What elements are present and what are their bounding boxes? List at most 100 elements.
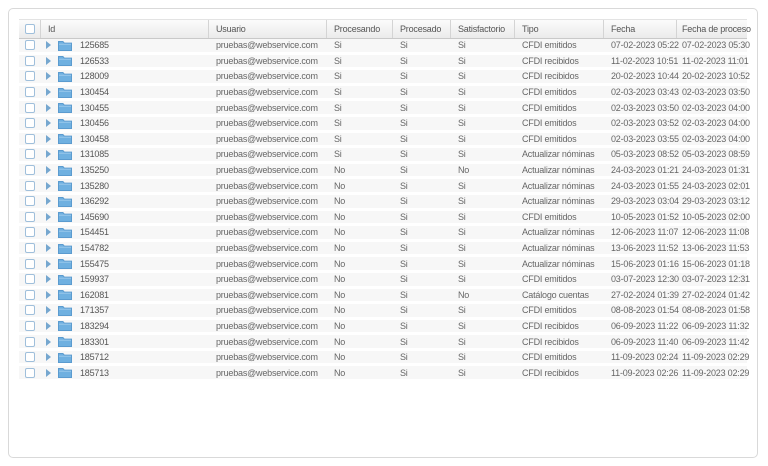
expand-arrow-icon[interactable]	[46, 244, 51, 252]
id-cell: 130458	[41, 133, 209, 144]
procesando-cell: No	[327, 305, 393, 315]
table-row[interactable]: 135250 pruebas@webservice.com No Si No A…	[19, 164, 747, 180]
expand-arrow-icon[interactable]	[46, 353, 51, 361]
row-checkbox[interactable]	[25, 196, 35, 206]
select-all-checkbox[interactable]	[25, 24, 35, 34]
column-header-tipo[interactable]: Tipo	[515, 20, 604, 38]
table-row[interactable]: 125685 pruebas@webservice.com Si Si Si C…	[19, 39, 747, 55]
id-cell: 155475	[41, 258, 209, 269]
row-checkbox[interactable]	[25, 290, 35, 300]
row-checkbox[interactable]	[25, 56, 35, 66]
column-header-label: Fecha	[611, 24, 635, 34]
row-checkbox-cell	[19, 290, 41, 300]
table-row[interactable]: 155475 pruebas@webservice.com No Si Si A…	[19, 257, 747, 273]
column-header-procesando[interactable]: Procesando	[327, 20, 393, 38]
row-checkbox[interactable]	[25, 71, 35, 81]
row-checkbox[interactable]	[25, 212, 35, 222]
column-header-id[interactable]: Id	[41, 20, 209, 38]
fecha-proceso-cell: 11-09-2023 02:29	[677, 368, 747, 378]
column-header-fecha[interactable]: Fecha	[604, 20, 677, 38]
procesado-cell: Si	[393, 227, 451, 237]
fecha-cell: 12-06-2023 11:07	[604, 227, 677, 237]
column-header-fecha-proceso[interactable]: Fecha de proceso	[677, 20, 747, 38]
table-row[interactable]: 183301 pruebas@webservice.com No Si Si C…	[19, 335, 747, 351]
column-header-procesado[interactable]: Procesado	[393, 20, 451, 38]
table-row[interactable]: 185713 pruebas@webservice.com No Si Si C…	[19, 366, 747, 382]
row-checkbox[interactable]	[25, 368, 35, 378]
row-checkbox[interactable]	[25, 181, 35, 191]
row-checkbox[interactable]	[25, 134, 35, 144]
folder-icon	[58, 55, 72, 66]
table-row[interactable]: 183294 pruebas@webservice.com No Si Si C…	[19, 320, 747, 336]
expand-arrow-icon[interactable]	[46, 369, 51, 377]
procesando-cell: No	[327, 212, 393, 222]
expand-arrow-icon[interactable]	[46, 228, 51, 236]
folder-icon	[58, 165, 72, 176]
table-row[interactable]: 145690 pruebas@webservice.com No Si Si C…	[19, 211, 747, 227]
expand-arrow-icon[interactable]	[46, 306, 51, 314]
fecha-proceso-cell: 02-03-2023 03:50	[677, 87, 747, 97]
expand-arrow-icon[interactable]	[46, 322, 51, 330]
table-row[interactable]: 154451 pruebas@webservice.com No Si Si A…	[19, 226, 747, 242]
table-row[interactable]: 128009 pruebas@webservice.com Si Si Si C…	[19, 70, 747, 86]
fecha-proceso-cell: 29-03-2023 03:12	[677, 196, 747, 206]
table-row[interactable]: 126533 pruebas@webservice.com Si Si Si C…	[19, 55, 747, 71]
expand-arrow-icon[interactable]	[46, 338, 51, 346]
expand-arrow-icon[interactable]	[46, 57, 51, 65]
table-row[interactable]: 130456 pruebas@webservice.com Si Si Si C…	[19, 117, 747, 133]
id-cell: 162081	[41, 289, 209, 300]
row-checkbox[interactable]	[25, 165, 35, 175]
row-checkbox[interactable]	[25, 352, 35, 362]
expand-arrow-icon[interactable]	[46, 150, 51, 158]
procesando-cell: No	[327, 243, 393, 253]
expand-arrow-icon[interactable]	[46, 182, 51, 190]
expand-arrow-icon[interactable]	[46, 41, 51, 49]
row-checkbox[interactable]	[25, 243, 35, 253]
expand-arrow-icon[interactable]	[46, 88, 51, 96]
table-row[interactable]: 154782 pruebas@webservice.com No Si Si A…	[19, 242, 747, 258]
row-checkbox[interactable]	[25, 274, 35, 284]
table-row[interactable]: 171357 pruebas@webservice.com No Si Si C…	[19, 304, 747, 320]
expand-arrow-icon[interactable]	[46, 260, 51, 268]
row-checkbox[interactable]	[25, 305, 35, 315]
table-row[interactable]: 159937 pruebas@webservice.com No Si Si C…	[19, 273, 747, 289]
procesando-cell: No	[327, 321, 393, 331]
expand-arrow-icon[interactable]	[46, 135, 51, 143]
row-checkbox[interactable]	[25, 40, 35, 50]
satisfactorio-cell: Si	[451, 321, 515, 331]
expand-arrow-icon[interactable]	[46, 104, 51, 112]
column-header-usuario[interactable]: Usuario	[209, 20, 327, 38]
usuario-cell: pruebas@webservice.com	[209, 196, 327, 206]
expand-arrow-icon[interactable]	[46, 197, 51, 205]
row-checkbox[interactable]	[25, 149, 35, 159]
row-checkbox[interactable]	[25, 118, 35, 128]
expand-arrow-icon[interactable]	[46, 166, 51, 174]
expand-arrow-icon[interactable]	[46, 119, 51, 127]
table-row[interactable]: 185712 pruebas@webservice.com No Si Si C…	[19, 351, 747, 367]
row-checkbox[interactable]	[25, 259, 35, 269]
row-checkbox[interactable]	[25, 337, 35, 347]
procesando-cell: No	[327, 196, 393, 206]
row-id: 155475	[80, 259, 109, 269]
fecha-proceso-cell: 24-03-2023 02:01	[677, 181, 747, 191]
expand-arrow-icon[interactable]	[46, 72, 51, 80]
table-row[interactable]: 136292 pruebas@webservice.com No Si Si A…	[19, 195, 747, 211]
expand-arrow-icon[interactable]	[46, 213, 51, 221]
row-checkbox[interactable]	[25, 103, 35, 113]
procesado-cell: Si	[393, 56, 451, 66]
fecha-cell: 08-08-2023 01:54	[604, 305, 677, 315]
expand-arrow-icon[interactable]	[46, 275, 51, 283]
table-row[interactable]: 131085 pruebas@webservice.com Si Si Si A…	[19, 148, 747, 164]
table-row[interactable]: 130458 pruebas@webservice.com Si Si Si C…	[19, 133, 747, 149]
table-row[interactable]: 130455 pruebas@webservice.com Si Si Si C…	[19, 101, 747, 117]
row-checkbox[interactable]	[25, 227, 35, 237]
usuario-cell: pruebas@webservice.com	[209, 103, 327, 113]
row-checkbox[interactable]	[25, 87, 35, 97]
table-row[interactable]: 135280 pruebas@webservice.com No Si Si A…	[19, 179, 747, 195]
table-row[interactable]: 162081 pruebas@webservice.com No Si No C…	[19, 289, 747, 305]
table-row[interactable]: 130454 pruebas@webservice.com Si Si Si C…	[19, 86, 747, 102]
column-header-satisfactorio[interactable]: Satisfactorio	[451, 20, 515, 38]
row-checkbox[interactable]	[25, 321, 35, 331]
procesado-cell: Si	[393, 196, 451, 206]
expand-arrow-icon[interactable]	[46, 291, 51, 299]
